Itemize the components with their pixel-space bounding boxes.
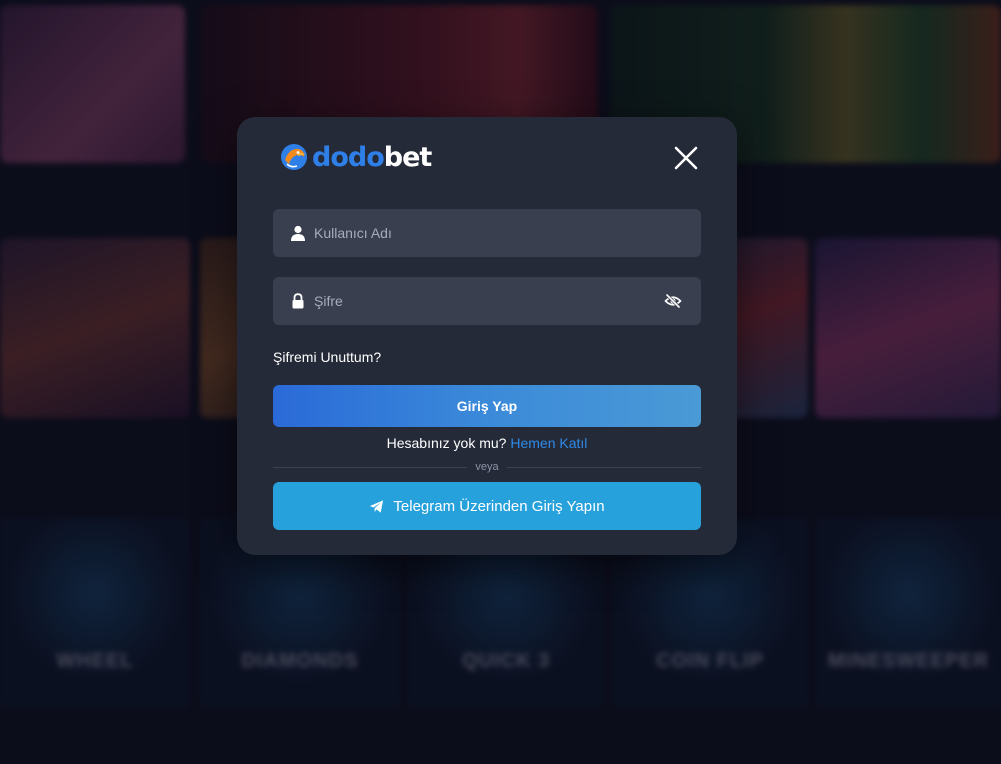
signup-link[interactable]: Hemen Katıl [510, 435, 587, 451]
password-input[interactable] [314, 277, 664, 325]
forgot-password-link[interactable]: Şifremi Unuttum? [273, 349, 381, 365]
divider-line [506, 466, 701, 468]
telegram-login-button[interactable]: Telegram Üzerinden Giriş Yapın [273, 482, 701, 530]
user-icon [291, 225, 305, 241]
login-modal: dodobet Kullanıcı Adı Şifremi Unuttum? G… [237, 117, 737, 555]
page: WHEEL DIAMONDS QUICK 3 COIN FLIP MINESWE… [0, 0, 1001, 764]
eye-off-icon[interactable] [664, 292, 682, 310]
signup-prompt: Hesabınız yok mu? Hemen Katıl [273, 435, 701, 451]
password-field[interactable] [273, 277, 701, 325]
dodo-bird-logo-icon [281, 144, 307, 170]
lock-icon [292, 293, 304, 309]
divider-line [273, 466, 468, 468]
brand-logo: dodobet [279, 139, 433, 175]
close-button[interactable] [671, 143, 701, 173]
telegram-icon [370, 499, 384, 513]
logo-text-bet: bet [383, 141, 433, 173]
telegram-login-label: Telegram Üzerinden Giriş Yapın [393, 497, 605, 515]
signup-question: Hesabınız yok mu? [386, 435, 507, 451]
or-divider: veya [273, 461, 701, 473]
close-icon [674, 146, 698, 170]
username-input[interactable] [314, 209, 701, 257]
login-button[interactable]: Giriş Yap [273, 385, 701, 427]
logo-text-dodo: dodo [312, 141, 385, 173]
username-field[interactable] [273, 209, 701, 257]
divider-label: veya [475, 461, 499, 473]
logo-wordmark: dodobet [312, 141, 433, 173]
